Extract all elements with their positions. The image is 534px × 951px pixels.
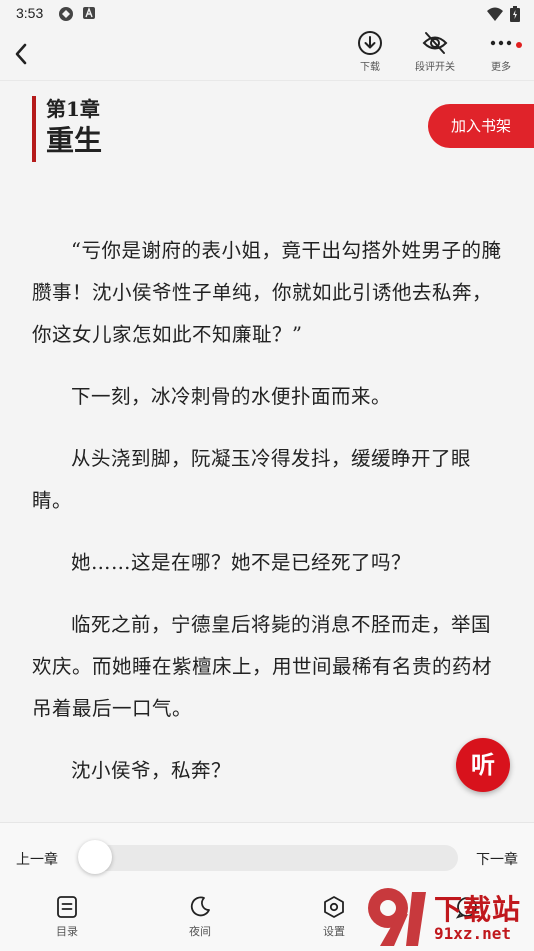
status-bar: 3:53 (0, 0, 534, 28)
watermark-url: 91xz.net (434, 924, 512, 943)
notification-dot (516, 42, 522, 48)
chapter-heading: 第1章 重生 (32, 96, 102, 162)
status-icons-left (58, 6, 96, 22)
next-chapter-button[interactable]: 下一章 (476, 849, 518, 869)
chevron-left-icon (15, 43, 27, 65)
paragraph: 她……这是在哪？她不是已经死了吗？ (71, 551, 412, 574)
nav-night-mode[interactable]: 夜间 (167, 895, 233, 939)
site-watermark-logo: 下载站 91xz.net (362, 882, 534, 950)
paragraph: “亏你是谢府的表小姐，竟干出勾搭外姓男子的腌臜事！沈小侯爷性子单纯，你就如此引诱… (32, 239, 502, 346)
download-icon (358, 31, 382, 55)
more-button[interactable]: 更多 (471, 30, 531, 73)
comments-toggle-label: 段评开关 (415, 62, 455, 73)
nav-settings[interactable]: 设置 (301, 895, 367, 939)
paragraph: 沈小侯爷，私奔？ (71, 759, 232, 782)
battery-icon (510, 6, 520, 22)
more-dots-icon (490, 40, 512, 46)
moon-icon (190, 896, 210, 917)
paragraph-comments-toggle[interactable]: 段评开关 (405, 30, 465, 73)
app-notification-icon (59, 7, 73, 21)
paragraph: 从头浇到脚，阮凝玉冷得发抖，缓缓睁开了眼睛。 (32, 447, 472, 512)
eye-off-icon (422, 32, 448, 54)
slider-thumb[interactable] (78, 840, 112, 874)
back-button[interactable] (10, 40, 34, 68)
download-label: 下载 (360, 62, 380, 73)
chapter-number: 第1章 (46, 97, 100, 121)
nav-table-of-contents[interactable]: 目录 (34, 895, 100, 939)
watermark-logo-icon (368, 888, 426, 946)
nav-label: 目录 (56, 925, 78, 938)
listen-button[interactable]: 听 (456, 738, 510, 792)
reader-toolbar: 下载 段评开关 更多 (0, 28, 534, 81)
paragraph: 下一刻，冰冷刺骨的水便扑面而来。 (71, 385, 392, 408)
status-time: 3:53 (16, 5, 44, 21)
settings-hexagon-icon (324, 896, 344, 918)
chapter-progress-slider[interactable] (78, 840, 458, 874)
wifi-icon (487, 7, 503, 21)
status-icons-right (486, 6, 520, 22)
a-badge-icon (83, 7, 95, 19)
add-to-bookshelf-button[interactable]: 加入书架 (428, 104, 534, 148)
nav-label: 夜间 (189, 925, 211, 938)
list-icon (57, 896, 77, 918)
watermark-text: 下载站 (434, 893, 522, 926)
nav-label: 设置 (323, 925, 345, 938)
previous-chapter-button[interactable]: 上一章 (16, 849, 58, 869)
more-label: 更多 (491, 62, 511, 73)
chapter-title: 重生 (46, 124, 103, 157)
download-button[interactable]: 下载 (340, 30, 400, 73)
chapter-content: “亏你是谢府的表小姐，竟干出勾搭外姓男子的腌臜事！沈小侯爷性子单纯，你就如此引诱… (32, 230, 510, 812)
paragraph: 临死之前，宁德皇后将毙的消息不胫而走，举国欢庆。而她睡在紫檀床上，用世间最稀有名… (32, 613, 493, 720)
